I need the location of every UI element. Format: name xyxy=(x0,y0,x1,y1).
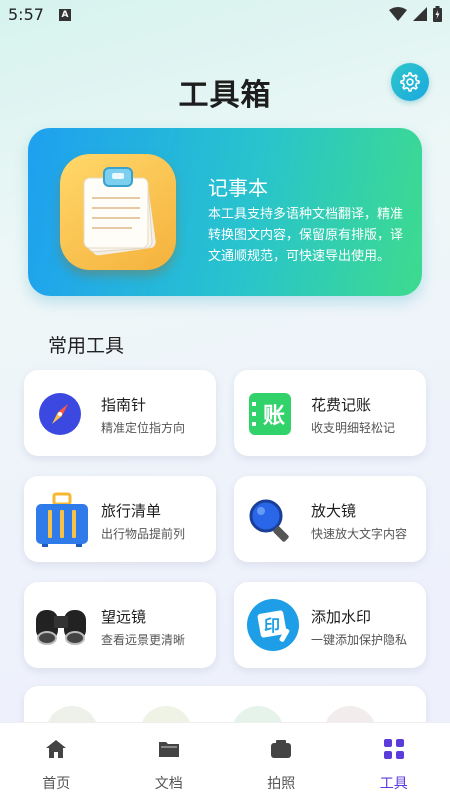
bottom-tab-bar: 首页 文档 拍照 工具 xyxy=(0,722,450,800)
watermark-icon-text: 印 xyxy=(264,616,280,635)
compass-icon xyxy=(36,390,84,438)
tab-label: 拍照 xyxy=(267,776,296,792)
tool-card-travel-list[interactable]: 旅行清单 出行物品提前列 xyxy=(24,476,216,562)
home-icon xyxy=(46,740,67,758)
watermark-icon: 印 xyxy=(246,598,300,652)
tool-card-binoculars[interactable]: 望远镜 查看远景更清晰 xyxy=(24,582,216,668)
camera-icon xyxy=(271,740,292,758)
tool-desc: 精准定位指方向 xyxy=(101,421,186,435)
tab-documents[interactable]: 文档 xyxy=(113,723,226,800)
status-time: 5:57 xyxy=(8,5,44,24)
tab-tools[interactable]: 工具 xyxy=(338,723,450,800)
tool-name: 望远镜 xyxy=(101,608,147,626)
tab-label: 首页 xyxy=(42,776,71,792)
notepad-hero-card[interactable]: 记事本 本工具支持多语种文档翻译，精准转换图文内容，保留原有排版，译文通顺规范，… xyxy=(28,128,422,296)
tool-desc: 收支明细轻松记 xyxy=(311,421,396,435)
tool-name: 添加水印 xyxy=(311,608,372,626)
notepad-icon xyxy=(60,154,176,270)
tab-camera[interactable]: 拍照 xyxy=(225,723,338,800)
wifi-icon xyxy=(389,7,407,21)
section-title: 常用工具 xyxy=(48,335,125,357)
binoculars-icon xyxy=(32,600,90,650)
hero-description: 本工具支持多语种文档翻译，精准转换图文内容，保留原有排版，译文通顺规范，可快速导… xyxy=(208,207,404,264)
ledger-icon-text: 账 xyxy=(263,404,285,429)
tool-card-expense[interactable]: 账 花费记账 收支明细轻松记 xyxy=(234,370,426,456)
tool-card-watermark[interactable]: 印 添加水印 一键添加保护隐私 xyxy=(234,582,426,668)
folder-icon xyxy=(158,742,179,757)
tool-name: 旅行清单 xyxy=(101,502,162,520)
tab-home[interactable]: 首页 xyxy=(0,723,113,800)
hero-title: 记事本 xyxy=(208,176,268,200)
magnifier-icon xyxy=(246,496,294,544)
status-bar: 5:57 A xyxy=(0,0,450,30)
suitcase-icon xyxy=(34,492,90,548)
ledger-icon: 账 xyxy=(246,390,294,438)
tool-desc: 快速放大文字内容 xyxy=(311,527,408,541)
tool-desc: 出行物品提前列 xyxy=(101,527,186,541)
battery-icon xyxy=(433,6,442,22)
tool-name: 花费记账 xyxy=(311,396,372,414)
tool-card-magnifier[interactable]: 放大镜 快速放大文字内容 xyxy=(234,476,426,562)
grid-icon xyxy=(383,739,404,759)
tab-label: 文档 xyxy=(154,776,183,792)
tool-name: 放大镜 xyxy=(311,502,357,520)
signal-icon xyxy=(413,7,427,21)
settings-button[interactable] xyxy=(391,63,429,101)
notification-a-icon: A xyxy=(59,9,71,21)
tab-label: 工具 xyxy=(379,776,408,792)
tool-desc: 查看远景更清晰 xyxy=(101,633,186,647)
gear-icon xyxy=(400,72,420,92)
tool-card-compass[interactable]: 指南针 精准定位指方向 xyxy=(24,370,216,456)
page-title: 工具箱 xyxy=(178,78,272,113)
tool-name: 指南针 xyxy=(101,396,147,414)
tool-desc: 一键添加保护隐私 xyxy=(311,633,408,647)
